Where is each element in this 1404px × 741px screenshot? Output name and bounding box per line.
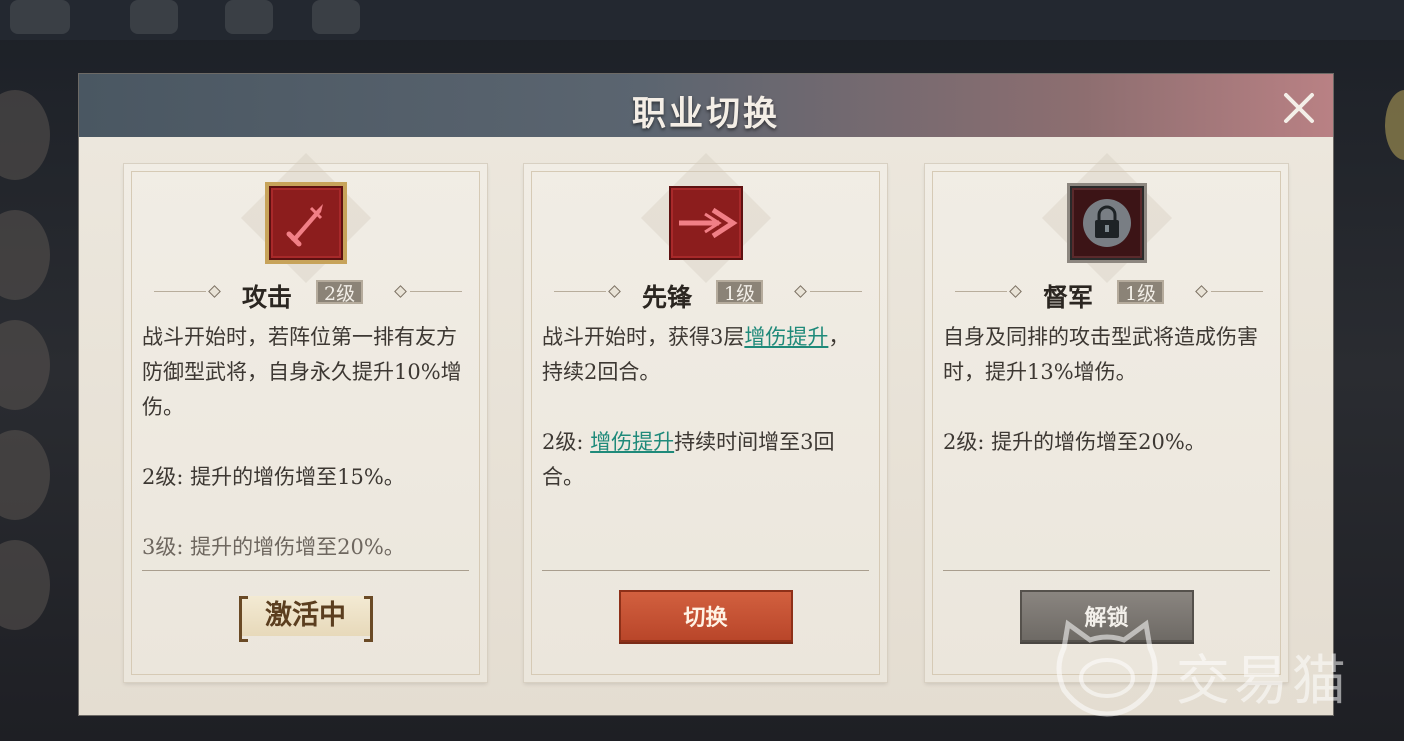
class-name: 攻击 [242,283,293,312]
divider [142,570,469,571]
level-3-text: 3级: 提升的增伤增至20%。 [142,535,405,559]
ornament-line [810,291,862,292]
ornament-diamond [1195,285,1208,298]
level-2-prefix: 2级: [542,430,591,454]
background-avatar [0,320,50,410]
spear-charge-icon [668,186,743,260]
lock-icon [1069,186,1144,260]
active-status-label: 激活中 [238,596,373,642]
sword-icon [268,186,343,260]
class-card-attack[interactable]: 攻击 2级 战斗开始时，若阵位第一排有友方防御型武将，自身永久提升10%增伤。 … [124,152,487,682]
watermark-text: 交易猫 [1176,649,1350,712]
ornament-line [154,291,206,292]
background-tab [10,0,70,34]
class-description: 战斗开始时，若阵位第一排有友方防御型武将，自身永久提升10%增伤。 2级: 提升… [142,320,469,565]
class-description: 战斗开始时，获得3层增伤提升，持续2回合。 2级: 增伤提升持续时间增至3回合。 [542,320,869,495]
cat-logo-icon [1056,619,1158,717]
switch-button[interactable]: 切换 [618,590,793,642]
class-name: 先锋 [642,283,693,312]
description-text: 战斗开始时，获得3层增伤提升，持续2回合。 [542,320,869,390]
background-avatar [0,540,50,630]
level-2-text: 2级: 提升的增伤增至15%。 [142,465,405,489]
class-name: 督军 [1043,283,1094,312]
level-badge: 1级 [716,280,764,305]
class-card-supervisor[interactable]: 督军 1级 自身及同排的攻击型武将造成伤害时，提升13%增伤。 2级: 提升的增… [925,152,1288,682]
description-text: 自身及同排的攻击型武将造成伤害时，提升13%增伤。 [943,325,1258,384]
ornament-line [1211,291,1263,292]
background-top-bar [0,0,1404,40]
title-ornament: 先锋 1级 [524,276,887,312]
dialog-header: 职业切换 [79,74,1333,137]
title-ornament: 攻击 2级 [124,276,487,312]
level-2-text: 2级: 增伤提升持续时间增至3回合。 [542,425,869,495]
ornament-diamond [394,285,407,298]
background-tab [225,0,273,34]
dialog-title: 职业切换 [632,94,780,134]
watermark: 交易猫 [1052,618,1372,718]
close-button[interactable] [1281,90,1317,126]
description-text: 战斗开始时，若阵位第一排有友方防御型武将，自身永久提升10%增伤。 [142,325,462,419]
ornament-line [410,291,462,292]
background-avatar [0,430,50,520]
background-avatar [0,210,50,300]
ornament-line [955,291,1007,292]
ornament-diamond [1009,285,1022,298]
buff-link[interactable]: 增伤提升 [744,325,828,349]
ornament-diamond [794,285,807,298]
class-card-vanguard[interactable]: 先锋 1级 战斗开始时，获得3层增伤提升，持续2回合。 2级: 增伤提升持续时间… [524,152,887,682]
level-badge: 2级 [316,280,364,305]
level-2-text: 2级: 提升的增伤增至20%。 [943,430,1206,454]
buff-link[interactable]: 增伤提升 [590,430,674,454]
level-badge: 1级 [1117,280,1165,305]
ornament-line [554,291,606,292]
description-prefix: 战斗开始时，获得3层 [542,325,745,349]
title-ornament: 督军 1级 [925,276,1288,312]
close-icon [1284,93,1314,123]
background-tab [312,0,360,34]
divider [542,570,869,571]
ornament-diamond [208,285,221,298]
ornament-diamond [608,285,621,298]
background-avatar [1385,90,1404,160]
class-description: 自身及同排的攻击型武将造成伤害时，提升13%增伤。 2级: 提升的增伤增至20%… [943,320,1270,460]
divider [943,570,1270,571]
background-avatar [0,90,50,180]
background-tab [130,0,178,34]
